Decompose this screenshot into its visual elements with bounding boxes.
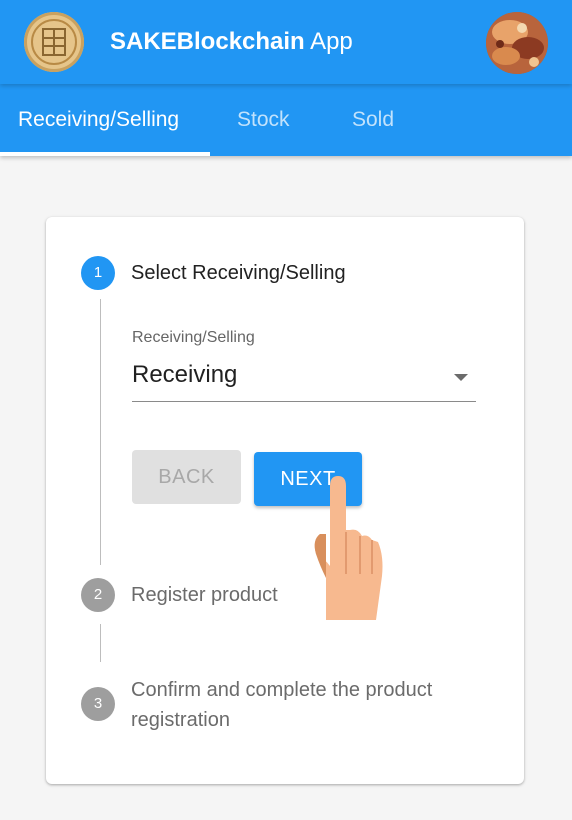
receiving-selling-value: Receiving: [132, 361, 238, 388]
tab-stock[interactable]: Stock: [237, 84, 290, 156]
step-3-label-line-2: registration: [131, 709, 230, 731]
step-1-number: 1: [81, 256, 115, 290]
pointing-hand-icon: [298, 470, 390, 627]
app-title: SAKEBlockchain App: [110, 22, 353, 62]
receiving-selling-label: Receiving/Selling: [132, 329, 255, 346]
step-2-number: 2: [81, 578, 115, 612]
user-avatar-icon[interactable]: [486, 12, 548, 74]
app-title-suffix: App: [304, 28, 353, 55]
step-1-label: Select Receiving/Selling: [131, 262, 346, 284]
chevron-down-icon: [454, 374, 468, 381]
back-button[interactable]: BACK: [132, 450, 241, 504]
step-3-label-line-1: Confirm and complete the product: [131, 679, 433, 701]
app-bar: SAKEBlockchain App: [0, 0, 572, 84]
stepper-card: 1 Select Receiving/Selling Receiving/Sel…: [46, 217, 524, 784]
sake-logo-icon[interactable]: [24, 12, 84, 72]
receiving-selling-select[interactable]: Receiving: [132, 357, 476, 402]
step-connector: [100, 299, 101, 565]
step-connector: [100, 624, 101, 662]
tab-bar: Receiving/Selling Stock Sold: [0, 84, 572, 156]
step-3-number: 3: [81, 687, 115, 721]
tab-sold[interactable]: Sold: [352, 84, 394, 156]
step-2-label: Register product: [131, 584, 278, 606]
app-title-brand: SAKEBlockchain: [110, 28, 305, 55]
active-tab-indicator: [0, 152, 210, 156]
tab-receiving-selling[interactable]: Receiving/Selling: [18, 84, 179, 156]
